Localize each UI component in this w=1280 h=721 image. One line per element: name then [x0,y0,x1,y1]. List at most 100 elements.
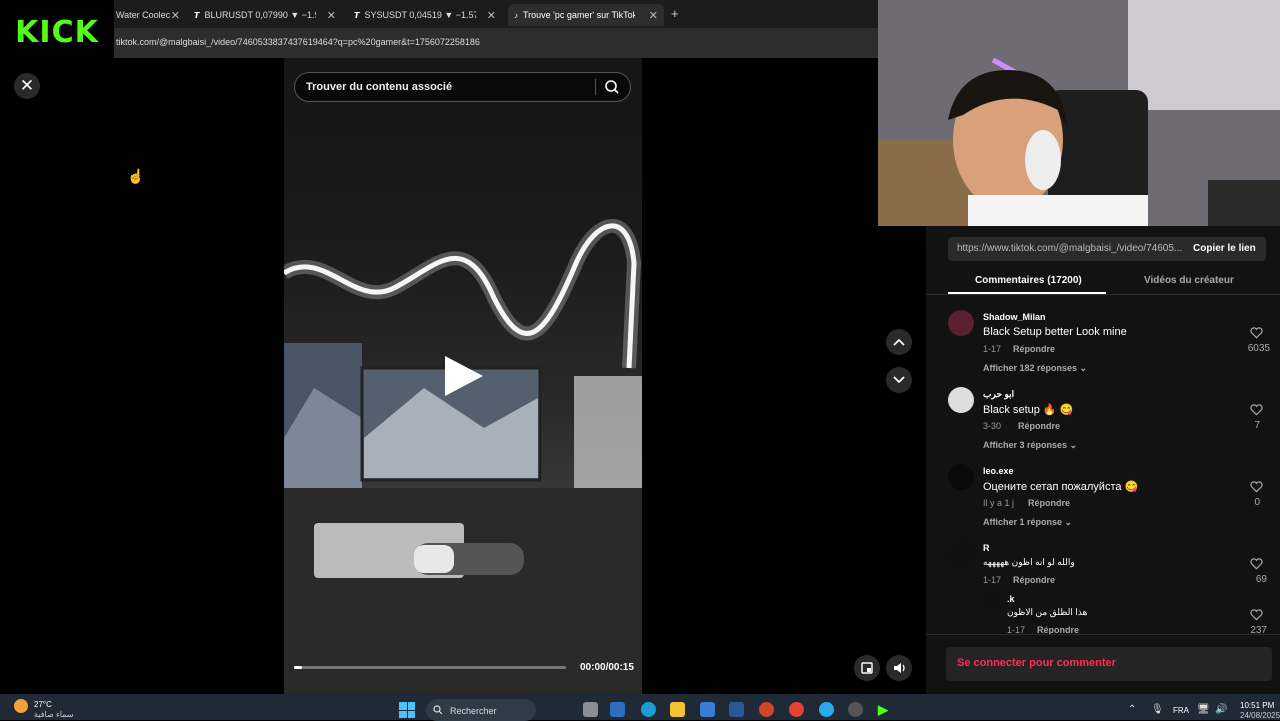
url-text[interactable]: tiktok.com/@malgbaisi_/video/74605338374… [116,37,480,47]
file-explorer-icon[interactable] [670,702,685,717]
like-count: 69 [1255,574,1267,585]
comment-text: هذا الظلق من الاظون [1007,607,1088,617]
browser-tab[interactable]: 𝙏 BLURUSDT 0,07990 ▼ −1.99% U ✕ [188,4,342,26]
picture-in-picture-button[interactable] [854,655,880,681]
word-icon[interactable] [729,702,744,717]
powerpoint-icon[interactable] [759,702,774,717]
chevron-down-icon [893,376,905,384]
task-view-icon[interactable] [583,702,598,717]
microphone-icon[interactable]: 🎙 [1151,704,1164,715]
tab-comments[interactable]: Commentaires (17200) [975,275,1082,286]
edge-icon[interactable] [641,702,656,717]
tab-label: SYSUSDT 0,04519 ▼ −1.57% U [364,10,477,20]
heart-icon[interactable] [1250,327,1263,339]
comment-user[interactable]: .k [1007,594,1015,604]
reply-button[interactable]: Répondre [1013,344,1055,354]
previous-video-button[interactable] [886,329,912,355]
comment-text: Black setup 🔥 😋 [983,404,1074,416]
telegram-icon[interactable] [819,702,834,717]
view-replies-button[interactable]: Afficher 1 réponse ⌄ [983,517,1072,528]
close-tab-icon[interactable]: ✕ [171,9,180,22]
mouse-cursor-icon: ☝ [127,168,145,184]
copy-link-button[interactable]: Copier le lien [1193,243,1256,254]
tab-creator-videos[interactable]: Vidéos du créateur [1144,275,1234,286]
tiktok-icon: ♪ [514,10,518,20]
comment-date: 1-17 [983,344,1002,354]
tab-label: Water Coolec [116,10,171,20]
kick-logo-text: KICK [15,14,99,50]
avatar[interactable] [948,464,974,490]
progress-bar[interactable] [294,666,566,669]
comment-user[interactable]: ابو حرب [983,389,1014,400]
search-icon[interactable] [604,79,620,95]
avatar[interactable] [948,310,974,336]
tab-divider [926,294,1280,295]
volume-button[interactable] [886,655,912,681]
heart-icon[interactable] [1250,609,1263,621]
play-icon[interactable] [445,356,483,396]
comment-date: 3-30 [983,421,1002,431]
kick-app-icon[interactable]: ▶ [878,702,893,717]
heart-icon[interactable] [1250,404,1263,416]
weather-description: سماء صافية [34,710,74,719]
language-indicator[interactable]: FRA [1173,706,1189,715]
network-icon[interactable]: 🖥 [1197,704,1210,715]
close-button[interactable]: ✕ [14,73,40,99]
comment-date: Il y a 1 j [983,498,1015,508]
browser-tab-active[interactable]: ♪ Trouve 'pc gamer' sur TikTok | T ✕ [508,4,664,26]
webcam-overlay [878,0,1280,226]
video-link[interactable]: https://www.tiktok.com/@malgbaisi_/video… [957,243,1182,254]
tray-chevron-icon[interactable]: ⌃ [1128,704,1136,715]
comment-user[interactable]: R [983,543,990,553]
view-replies-button[interactable]: Afficher 182 réponses ⌄ [983,363,1087,374]
settings-icon[interactable] [848,702,863,717]
tradingview-icon: 𝙏 [354,10,360,20]
reply-button[interactable]: Répondre [1018,421,1060,431]
like-count: 6035 [1247,343,1270,354]
browser-tab[interactable]: Water Coolec ✕ [110,4,186,26]
view-replies-button[interactable]: Afficher 3 réponses ⌄ [983,440,1077,451]
new-tab-button[interactable]: + [671,6,679,21]
kick-logo: KICK [0,0,114,64]
search-divider [595,79,596,95]
reply-button[interactable]: Répondre [1013,575,1055,585]
like-count: 7 [1254,420,1260,431]
weather-icon[interactable] [14,699,28,713]
avatar[interactable] [948,387,974,413]
comment-user[interactable]: Shadow_Milan [983,312,1046,322]
close-tab-icon[interactable]: ✕ [649,9,658,22]
close-tab-icon[interactable]: ✕ [487,9,496,22]
tab-label: Trouve 'pc gamer' sur TikTok | T [523,10,635,20]
close-tab-icon[interactable]: ✕ [327,9,336,22]
clock-date[interactable]: 24/08/2025 [1240,711,1280,720]
clock-time[interactable]: 10:51 PM [1240,701,1274,710]
browser-tab[interactable]: 𝙏 SYSUSDT 0,04519 ▼ −1.57% U ✕ [348,4,502,26]
search-icon [433,705,443,715]
volume-icon[interactable]: 🔊 [1215,704,1227,715]
comment-text: والله لو انه اظون هههههه [983,557,1075,567]
like-count: 0 [1254,497,1260,508]
close-icon: ✕ [19,76,35,95]
weather-temperature[interactable]: 27°C [34,700,52,709]
heart-icon[interactable] [1250,481,1263,493]
webcam-feed [878,0,1280,226]
video-time: 00:00/00:15 [580,662,634,673]
start-button[interactable] [399,702,415,718]
search-placeholder: Trouver du contenu associé [306,81,453,93]
avatar[interactable] [983,592,999,608]
store-icon[interactable] [700,702,715,717]
pip-icon [861,662,873,674]
chevron-up-icon [893,338,905,346]
chrome-icon[interactable] [789,702,804,717]
reply-button[interactable]: Répondre [1028,498,1070,508]
avatar[interactable] [948,541,974,567]
snipping-tool-icon[interactable] [610,702,625,717]
heart-icon[interactable] [1250,558,1263,570]
comment-text: Black Setup better Look mine [983,326,1127,338]
comment-text: Оцените сетап пожалуйста 😋 [983,481,1139,493]
next-video-button[interactable] [886,367,912,393]
windows-taskbar [0,694,1280,720]
comment-user[interactable]: leo.exe [983,466,1014,476]
login-to-comment-link[interactable]: Se connecter pour commenter [957,657,1116,669]
taskbar-search-label: Rechercher [450,706,497,716]
